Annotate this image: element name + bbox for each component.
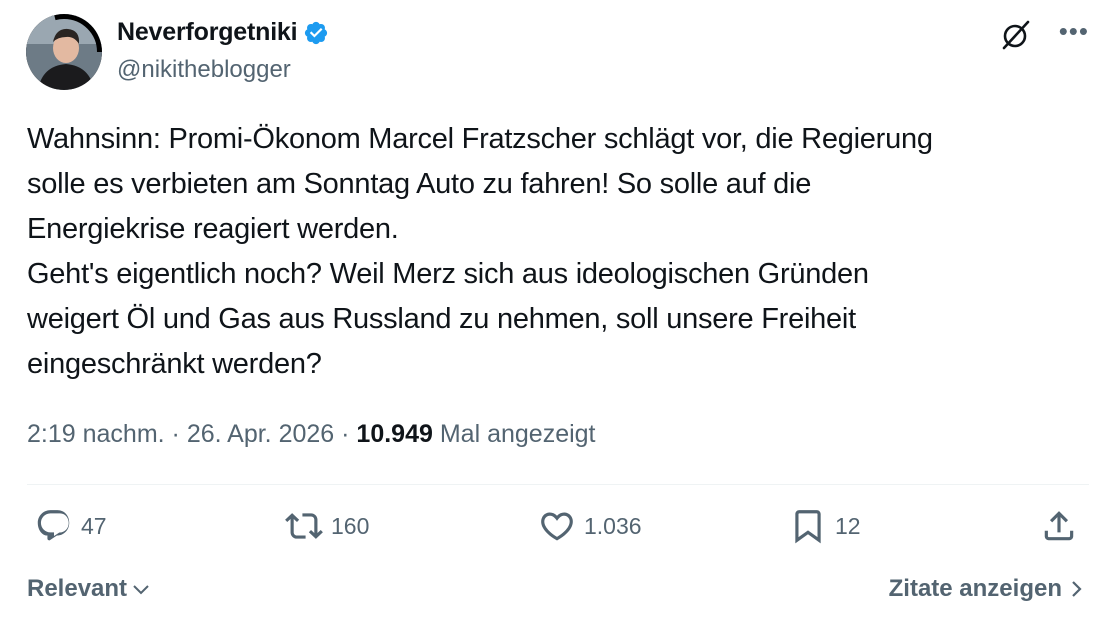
top-actions: ••• — [999, 18, 1089, 52]
bookmark-icon — [795, 510, 821, 544]
tweet-line: solle es verbieten am Sonntag Auto zu fa… — [27, 168, 812, 200]
tweet-text: Wahnsinn: Promi-Ökonom Marcel Fratzscher… — [27, 117, 1087, 387]
avatar[interactable] — [26, 14, 102, 90]
action-bar: 47 160 1.036 12 — [0, 507, 1111, 555]
tweet-line: Energiekrise reagiert werden. — [27, 213, 399, 245]
avatar-image — [26, 14, 102, 90]
tweet-line: eingeschränkt werden? — [27, 348, 322, 380]
reply-count: 47 — [81, 512, 107, 539]
chevron-down-icon — [133, 585, 149, 595]
grok-icon[interactable] — [999, 18, 1033, 52]
verified-badge-icon[interactable] — [303, 20, 329, 46]
tweet-date[interactable]: 26. Apr. 2026 — [187, 420, 334, 448]
sort-dropdown[interactable]: Relevant — [27, 575, 151, 603]
author-row: Neverforgetniki — [117, 18, 329, 47]
more-icon[interactable]: ••• — [1059, 18, 1089, 44]
sort-label: Relevant — [27, 575, 128, 602]
tweet-meta: 2:19 nachm. · 26. Apr. 2026 · 10.949 Mal… — [27, 420, 596, 449]
tweet-time[interactable]: 2:19 nachm. — [27, 420, 165, 448]
bookmark-count: 12 — [835, 512, 861, 539]
like-count: 1.036 — [584, 512, 642, 539]
share-icon — [1044, 511, 1074, 541]
divider — [27, 484, 1089, 485]
views-label: Mal angezeigt — [439, 420, 596, 448]
heart-icon — [541, 512, 573, 541]
repost-count: 160 — [331, 512, 370, 539]
quotes-link[interactable]: Zitate anzeigen — [889, 575, 1084, 603]
author-display-name[interactable]: Neverforgetniki — [117, 18, 298, 47]
repost-icon — [285, 513, 323, 539]
repost-button[interactable]: 160 — [285, 507, 369, 545]
tweet-line: Wahnsinn: Promi-Ökonom Marcel Fratzscher… — [27, 123, 933, 155]
chevron-right-icon — [1072, 581, 1082, 597]
author-handle[interactable]: @nikitheblogger — [117, 56, 291, 84]
reply-button[interactable]: 47 — [35, 507, 107, 545]
tweet-line: weigert Öl und Gas aus Russland zu nehme… — [27, 303, 856, 335]
views-count: 10.949 — [356, 420, 433, 448]
tweet-line: Geht's eigentlich noch? Weil Merz sich a… — [27, 258, 869, 290]
meta-separator: · — [171, 420, 180, 448]
share-button[interactable] — [1040, 507, 1078, 545]
meta-separator: · — [341, 420, 350, 448]
bookmark-button[interactable]: 12 — [789, 507, 861, 545]
quotes-label: Zitate anzeigen — [888, 575, 1062, 602]
like-button[interactable]: 1.036 — [538, 507, 642, 545]
reply-icon — [37, 510, 70, 541]
